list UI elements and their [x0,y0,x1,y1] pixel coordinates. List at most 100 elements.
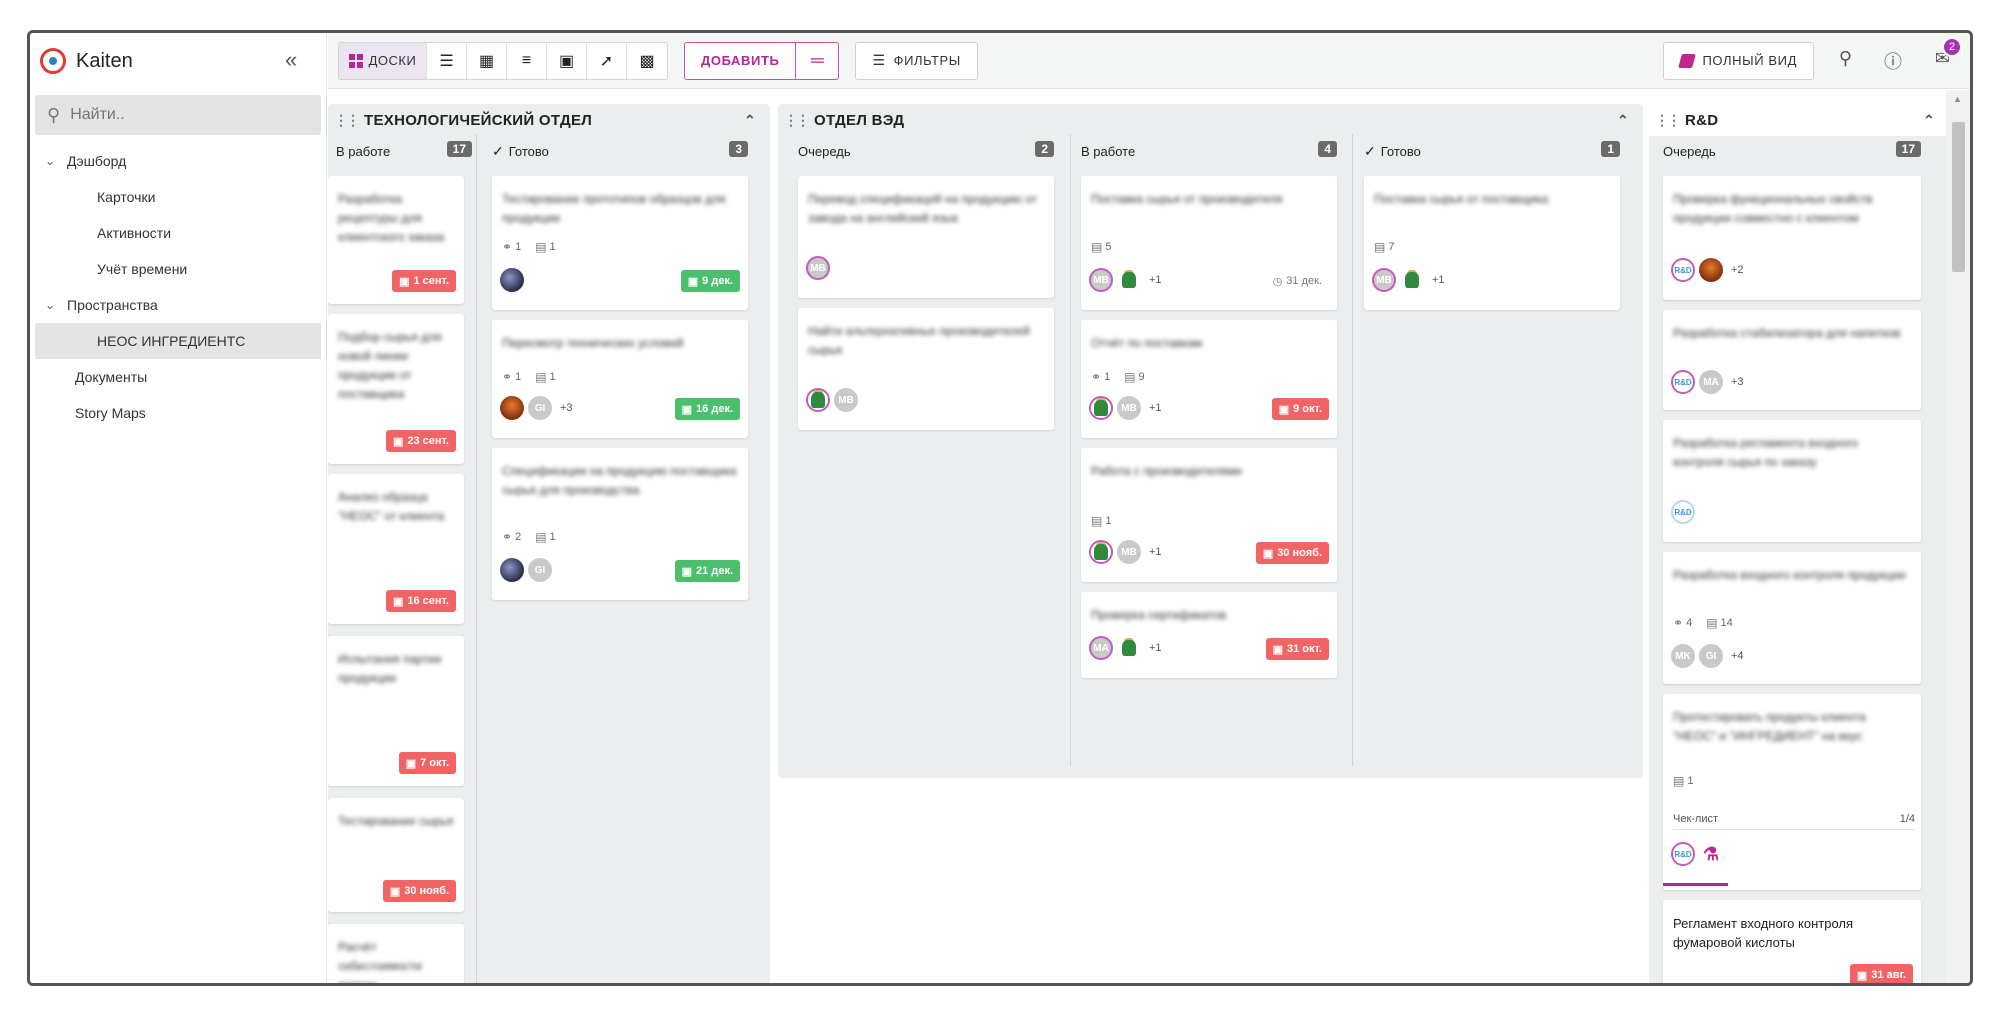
drag-handle-icon[interactable]: ⋮⋮ [1655,112,1681,129]
card[interactable]: Регламент входного контроля фумаровой ки… [1663,900,1921,983]
more-members[interactable]: +2 [1731,264,1744,276]
comments-number: 1 [1105,515,1112,527]
drag-handle-icon[interactable]: ⋮⋮ [334,112,360,129]
more-members[interactable]: +1 [1149,274,1162,286]
card[interactable]: Проверка сертификатов MA +1 ▣ 31 окт. [1081,592,1337,678]
avatar[interactable]: R&D [1671,500,1695,524]
more-members[interactable]: +1 [1432,274,1445,286]
avatar[interactable]: MB [1089,268,1113,292]
sidebar-item-neos[interactable]: НЕОС ИНГРЕДИЕНТС [35,323,321,359]
card[interactable]: Поставка сырья от производителя ▤ 5 MB +1… [1081,176,1337,310]
avatar[interactable]: MA [1699,370,1723,394]
card[interactable]: Разработка регламента входного контроля … [1663,420,1921,542]
vertical-scrollbar[interactable]: ▲ [1946,90,1970,983]
avatar[interactable]: MB [1117,540,1141,564]
calendar-icon: ▣ [389,885,401,898]
collapse-sidebar-icon[interactable]: « [285,47,297,73]
card[interactable]: Поставка сырья от поставщика ▤ 7 MB +1 [1364,176,1620,310]
sidebar-item-dashboard[interactable]: ⌄ Дэшборд [30,143,326,179]
avatar[interactable] [1089,540,1113,564]
sidebar-item-story-maps[interactable]: Story Maps [30,395,326,431]
avatar[interactable]: GI [528,558,552,582]
chevron-up-icon[interactable]: ⌃ [1617,112,1629,129]
card[interactable]: Спецификации на продукцию поставщика сыр… [492,448,748,600]
card[interactable]: Анализ образца "НЕОС" от клиента ▣ 16 сен… [328,474,464,624]
archive-icon[interactable]: ▩ [627,43,667,79]
sidebar-item-activities[interactable]: Активности [30,215,326,251]
card[interactable]: Протестировать продукты клиента "НЕОС" и… [1663,694,1921,890]
avatar[interactable]: MB [1117,396,1141,420]
checklist-header[interactable]: Чек-лист 1/4 [1673,808,1915,830]
avatar[interactable] [1117,636,1141,660]
card[interactable]: Работа с производителями ▤ 1 MB +1 ▣ 30 но… [1081,448,1337,582]
list-view-icon[interactable]: ☰ [427,42,467,79]
avatar[interactable]: MB [834,388,858,412]
card[interactable]: Испытания партии продукции ▣ 7 окт. [328,636,464,786]
card[interactable]: Подбор сырья для новой линии продукции о… [328,314,464,464]
avatar[interactable] [500,558,524,582]
search-input[interactable] [70,106,291,124]
drag-handle-icon[interactable]: ⋮⋮ [784,112,810,129]
full-view-button[interactable]: ПОЛНЫЙ ВИД [1663,41,1814,80]
avatar[interactable] [500,268,524,292]
card[interactable]: Проверка функциональных свойств продукци… [1663,176,1921,300]
filters-button[interactable]: ☰ ФИЛЬТРЫ [855,41,978,80]
avatar[interactable]: GI [1699,644,1723,668]
card[interactable]: Расчёт себестоимости партии [328,924,464,983]
sidebar-nav: ⌄ Дэшборд Карточки Активности Учёт време… [30,143,326,431]
logo[interactable]: Kaiten [30,33,326,89]
avatar[interactable]: R&D [1671,258,1695,282]
sidebar-search[interactable]: ⚲ [35,95,321,135]
sidebar-item-documents[interactable]: Документы [30,359,326,395]
avatar[interactable]: R&D [1671,842,1695,866]
add-button[interactable]: ДОБАВИТЬ [685,42,797,79]
sidebar-item-time-tracking[interactable]: Учёт времени [30,251,326,287]
more-members[interactable]: +3 [560,402,573,414]
avatar[interactable] [1400,268,1424,292]
sidebar-item-spaces[interactable]: ⌄ Пространства [30,287,326,323]
card[interactable]: Перевод спецификаций на продукцию от зав… [798,176,1054,298]
card[interactable]: Разработка стабилизатора для напитков R&… [1663,310,1921,410]
more-members[interactable]: +3 [1731,376,1744,388]
avatar[interactable] [500,396,524,420]
chevron-down-icon[interactable]: ⌄ [45,154,67,168]
avatar[interactable]: MA [1089,636,1113,660]
more-members[interactable]: +1 [1149,402,1162,414]
table-view-icon[interactable]: ▦ [467,42,507,79]
chevron-down-icon[interactable]: ⌄ [45,298,67,312]
card[interactable]: Отчёт по поставкам ⚭ 1 ▤ 9 MB +1 ▣ 9 окт. [1081,320,1337,438]
scroll-up-icon[interactable]: ▲ [1953,94,1962,104]
avatar[interactable] [1699,258,1723,282]
card[interactable]: Разработка рецептуры для клиентского зак… [328,176,464,304]
avatar[interactable] [806,388,830,412]
avatar[interactable]: R&D [1671,370,1695,394]
card-meta: ⚭ 1 ▤ 1 [502,370,570,384]
card[interactable]: Найти альтернативных производителей сырь… [798,308,1054,430]
card[interactable]: Пересмотр технических условий ⚭ 1 ▤ 1 GI +… [492,320,748,438]
help-icon[interactable]: ⓘ [1884,48,1902,74]
timeline-view-icon[interactable]: ≡ [507,42,547,79]
more-members[interactable]: +1 [1149,642,1162,654]
card[interactable]: Тестирование сырья ▣ 30 нояб. [328,798,464,912]
more-members[interactable]: +1 [1149,546,1162,558]
search-icon[interactable]: ⚲ [1839,48,1852,69]
flask-icon[interactable]: ⚗ [1699,842,1723,866]
attachments-number: 1 [515,371,522,383]
avatar[interactable]: MB [806,256,830,280]
calendar-view-icon[interactable]: ▣ [547,42,587,79]
avatar[interactable]: MB [1372,268,1396,292]
sidebar-item-cards[interactable]: Карточки [30,179,326,215]
chart-view-icon[interactable]: ➚ [587,42,627,79]
scroll-thumb[interactable] [1952,122,1965,272]
avatar[interactable]: GI [528,396,552,420]
avatar[interactable] [1089,396,1113,420]
card[interactable]: Разработка входного контроля продукции ⚭… [1663,552,1921,684]
chevron-up-icon[interactable]: ⌃ [1923,112,1935,129]
boards-view-button[interactable]: ДОСКИ [339,42,427,79]
more-members[interactable]: +4 [1731,650,1744,662]
add-menu-icon[interactable]: ═ [796,43,838,79]
chevron-up-icon[interactable]: ⌃ [744,112,756,129]
avatar[interactable] [1117,268,1141,292]
card[interactable]: Тестирование прототипов образцов для про… [492,176,748,310]
avatar[interactable]: MK [1671,644,1695,668]
